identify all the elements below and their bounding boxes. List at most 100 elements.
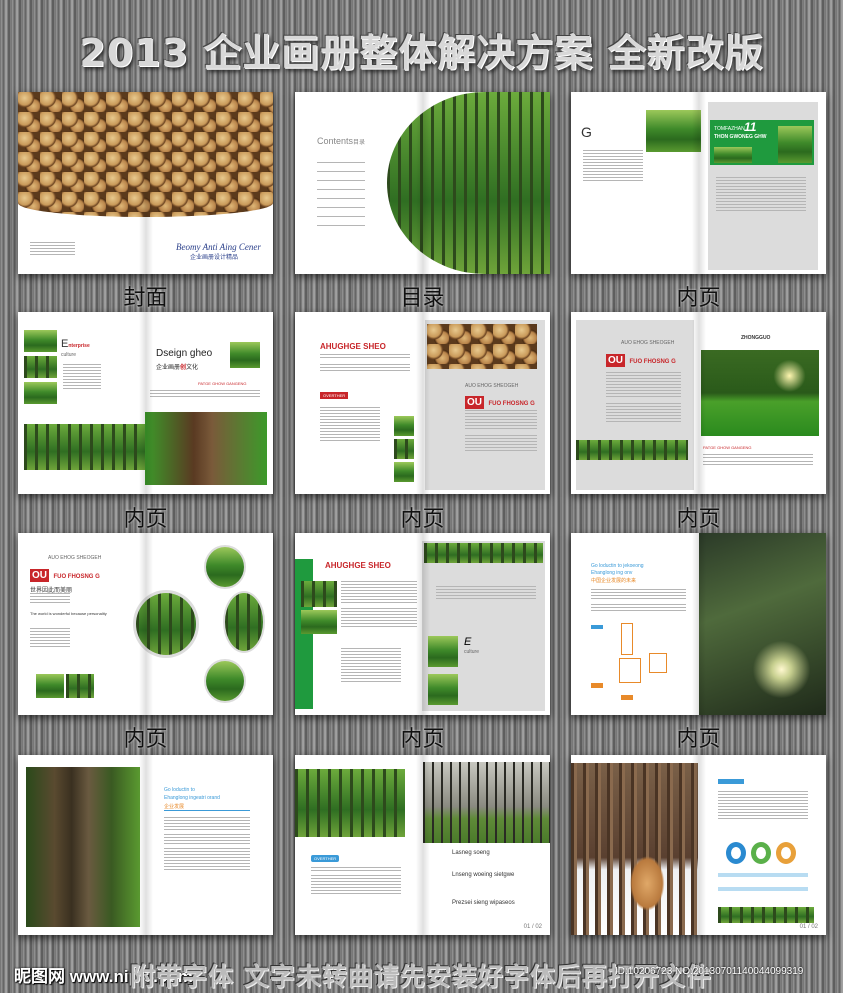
- wood-logs-image: [18, 92, 273, 217]
- flowchart-node: [591, 625, 603, 629]
- contents-list: [317, 162, 365, 228]
- pie-chart-icon: [751, 842, 771, 864]
- design-cn: 企业画册: [156, 365, 181, 371]
- divider: [164, 810, 250, 811]
- intro-heading: Go loductin to jekoeong: [591, 563, 644, 569]
- en-heading: The world is wonderful because personali…: [30, 611, 107, 616]
- body-text: [436, 586, 536, 601]
- intro-heading: Go loductin to: [164, 787, 195, 793]
- wood-logs-image: [427, 324, 537, 369]
- body-text: [63, 364, 101, 391]
- fuo-heading: FUO FHOSNG G: [629, 359, 676, 365]
- spread-inner-3[interactable]: AHUGHGE SHEO OVERTHER AUO EHOG SHEOGEH O…: [295, 312, 550, 494]
- culture-label: culture: [61, 352, 77, 358]
- banner-photo: [778, 126, 812, 163]
- tag-line: PATGE GHOW GANGENG: [703, 445, 752, 450]
- body-text: [583, 150, 643, 183]
- spread-inner-1[interactable]: G TOMFAZHAN 11 THON GWONEG GHW: [571, 92, 826, 274]
- panel-text: [716, 177, 806, 213]
- photo-strip: [718, 907, 814, 923]
- over-tag: OVERTHER: [320, 392, 349, 399]
- gray-panel: E culture: [422, 541, 545, 711]
- list-text: [30, 628, 70, 649]
- tree-avenue-image: [387, 92, 550, 274]
- spread-contents[interactable]: Contents目录: [295, 92, 550, 274]
- e-subtitle: nterprise: [68, 343, 90, 349]
- spread-inner-8[interactable]: Go loductin to Ehanglong ingeatri orand …: [18, 755, 273, 935]
- ou-badge: OU: [465, 396, 484, 409]
- heading-2: Lnseng woeing sietgwe: [452, 872, 515, 878]
- photo: [301, 581, 337, 607]
- photo: [428, 674, 458, 705]
- culture-label: culture: [464, 649, 480, 655]
- spread-cover[interactable]: Beomy Anti Aing Cener 企业画册设计精品: [18, 92, 273, 274]
- photo: [36, 674, 64, 698]
- label-inner: 内页: [676, 507, 721, 532]
- label-contents: 目录: [400, 286, 445, 311]
- photo-circle: [204, 659, 246, 703]
- zhongguo-heading: ZHONGGUO: [741, 335, 771, 341]
- fuo-heading: FUO FHOSNG G: [488, 401, 535, 407]
- brand-name: Beomy Anti Aing Cener: [176, 242, 261, 252]
- label-inner: 内页: [400, 507, 445, 532]
- photo: [24, 330, 57, 352]
- ou-badge: OU: [606, 354, 625, 367]
- green-banner: TOMFAZHAN 11 THON GWONEG GHW: [710, 120, 814, 165]
- photo-circle: [204, 545, 246, 589]
- spread-inner-2[interactable]: Enterprise culture Dseign gheo 企业画册创文化 P…: [18, 312, 273, 494]
- section-heading: AHUGHGE SHEO: [325, 561, 391, 570]
- spread-inner-7[interactable]: Go loductin to jekoeong Ehanglong ing on…: [571, 533, 826, 715]
- body-text: [718, 791, 808, 821]
- banner-number: 11: [744, 120, 757, 134]
- spread-inner-6[interactable]: AHUGHGE SHEO E culture: [295, 533, 550, 715]
- blue-bar: [718, 887, 808, 891]
- body-text: [30, 593, 70, 605]
- photo-strip: [424, 543, 543, 563]
- body-text: [341, 581, 417, 629]
- tag-line: PATGE GHOW GANGENG: [198, 381, 247, 386]
- label-cover: 封面: [123, 286, 168, 311]
- flowchart-node: [621, 695, 633, 700]
- list-text: [311, 867, 401, 896]
- brand-subtitle: 企业画册设计精品: [190, 255, 239, 261]
- photo: [301, 610, 337, 634]
- image-id: ID:10206723 NO:20130701140044099319: [615, 966, 804, 977]
- photo: [394, 462, 414, 482]
- label-inner: 内页: [400, 727, 445, 752]
- pie-chart-icon: [726, 842, 746, 864]
- label-inner: 内页: [123, 727, 168, 752]
- intro-heading-2: Ehanglong ing onv: [591, 570, 633, 576]
- forest-image: [24, 424, 146, 470]
- page-number: 01 / 02: [799, 924, 818, 930]
- photo: [66, 674, 94, 698]
- design-heading: Dseign gheo: [156, 348, 213, 359]
- blue-bar: [718, 873, 808, 877]
- banner-title: TOMFAZHAN: [714, 126, 745, 132]
- heading-3: Prezsei sieng wipaseos: [452, 900, 515, 906]
- photo: [230, 342, 260, 368]
- forest-path-image: [295, 769, 405, 837]
- contact-text: [30, 242, 75, 257]
- sub-heading: AUO EHOG SHEOGEH: [48, 555, 102, 561]
- photo: [24, 356, 57, 378]
- gray-panel: AUO EHOG SHEOGEH OU FUO FHOSNG G: [576, 320, 694, 490]
- spread-inner-4[interactable]: AUO EHOG SHEOGEH OU FUO FHOSNG G ZHONGGU…: [571, 312, 826, 494]
- section-heading: AHUGHGE SHEO: [320, 342, 386, 351]
- photo: [428, 636, 458, 667]
- photo: [394, 416, 414, 436]
- tree-trunk-image: [145, 412, 267, 485]
- flowchart-node: [649, 653, 667, 673]
- spread-inner-5[interactable]: AUO EHOG SHEOGEH OU FUO FHOSNG G 世界因此而美丽…: [18, 533, 273, 715]
- photo-circle-large: [133, 590, 199, 658]
- body-text: [150, 390, 260, 399]
- body-text: [606, 372, 681, 424]
- spread-inner-10[interactable]: 01 / 02: [571, 755, 826, 935]
- body-text: [164, 817, 250, 872]
- list-text: [341, 648, 401, 684]
- photo-circle: [223, 591, 265, 653]
- spread-inner-9[interactable]: OVERTHER Lasneg soeng Lnseng woeing siet…: [295, 755, 550, 935]
- page-title: 2013 企业画册整体解决方案 全新改版: [79, 31, 764, 75]
- bare-forest-image: [423, 762, 550, 843]
- pie-chart-icon: [776, 842, 796, 864]
- heading-1: Lasneg soeng: [452, 850, 490, 856]
